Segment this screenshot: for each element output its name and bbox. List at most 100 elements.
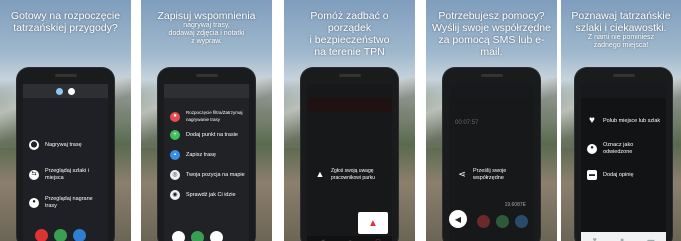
save-button[interactable]	[73, 229, 86, 241]
heart-icon: ♥	[589, 114, 595, 126]
person-icon: ●	[29, 197, 39, 208]
menu-label: Prześlij swoje współrzędne	[473, 168, 507, 181]
bottom-buttons	[35, 229, 86, 241]
add-point-button[interactable]	[191, 231, 204, 241]
promo-panel-4: Potrzebujesz pomocy? Wyślij swoje współr…	[426, 0, 557, 241]
signpost-icon: ⇆	[29, 169, 39, 180]
panel-caption: Potrzebujesz pomocy? Wyślij swoje współr…	[430, 10, 553, 58]
promo-panel-5: Poznawaj tatrzańskie szlaki i ciekawostk…	[561, 0, 681, 241]
caption-line: tatrzańskiej przygody?	[13, 22, 118, 34]
caption-line: Zapisuj wspomnienia	[157, 10, 256, 22]
overlay	[581, 84, 666, 241]
caption-line: szlaki i ciekawostki.	[575, 22, 667, 34]
menu-item-save-route[interactable]: ▪ Zapisz trasę	[170, 150, 245, 160]
phone-speaker	[55, 74, 77, 77]
heart-icon[interactable]: ♥	[593, 237, 597, 241]
caption-line: na terenie TPN	[314, 46, 385, 58]
phone-frame: ♥ Polub miejsce lub szlak ● Oznacz jako …	[575, 68, 672, 241]
tab-bar: ♥ ● ▬	[581, 232, 666, 241]
report-button[interactable]: ▲	[358, 212, 388, 234]
menu-item-browse-trails[interactable]: ⇆ Przeglądaj szlaki i miejsca	[29, 168, 104, 181]
bottom-buttons	[172, 231, 223, 241]
caption-line: żadnego miejsca!	[593, 42, 649, 49]
record-button[interactable]	[172, 231, 185, 241]
phone-screen: ♥ Polub miejsce lub szlak ● Oznacz jako …	[581, 84, 666, 241]
caption-line: nagrywaj trasy,	[183, 22, 230, 29]
warning-icon: ▲	[315, 169, 325, 180]
phone-screen: ⬤ Nagrywaj trasę ⇆ Przeglądaj szlaki i m…	[23, 84, 108, 241]
menu-label: Rozpoczęcie filtra/Zatrzymaj nagrywanie …	[186, 110, 243, 122]
record-button[interactable]	[35, 229, 48, 241]
caption-line: Potrzebujesz pomocy?	[438, 10, 545, 22]
map-pin-icon: ⬤	[29, 140, 39, 150]
mark-visited-item[interactable]: ● Oznacz jako odwiedzone	[587, 142, 662, 155]
caption-line: dodawaj zdjęcia i notatki	[168, 30, 245, 37]
add-point-button[interactable]	[54, 229, 67, 241]
caption-line: za pomocą SMS lub e-mail.	[438, 34, 545, 58]
coordinate-readout: 19.6087E	[504, 202, 526, 208]
caption-line: i bezpieczeństwo	[309, 34, 390, 46]
menu-label: Twoja pozycja na mapie	[186, 171, 245, 178]
panel-caption: Gotowy na rozpoczęcie tatrzańskiej przyg…	[4, 10, 127, 34]
top-bar	[164, 84, 249, 98]
save-button[interactable]	[515, 215, 528, 228]
menu-label: Sprawdź jak Ci idzie	[186, 191, 236, 198]
map-pin-icon: ●	[587, 143, 597, 154]
caption-line: Gotowy na rozpoczęcie	[10, 10, 121, 22]
menu-item-progress[interactable]: ◉ Sprawdź jak Ci idzie	[170, 190, 245, 200]
sos-button[interactable]: ◀	[449, 210, 467, 228]
menu-item-record-route[interactable]: ⬤ Nagrywaj trasę	[29, 140, 104, 150]
record-icon: ●	[170, 111, 180, 122]
menu-item-recorded-routes[interactable]: ● Przeglądaj nagrane trasy	[29, 196, 104, 209]
menu-label: Dodaj punkt na trasie	[186, 131, 238, 138]
add-point-icon: +	[170, 130, 180, 140]
phone-frame: ▲ Zgłoś swoją uwagę pracownikowi parku ▲…	[301, 68, 398, 241]
panel-caption: Zapisuj wspomnienia nagrywaj trasy, doda…	[145, 10, 268, 46]
phone-speaker	[613, 74, 635, 77]
share-icon: ⋖	[458, 169, 466, 180]
map-pin-icon[interactable]: ●	[620, 237, 624, 241]
promo-panel-1: Gotowy na rozpoczęcie tatrzańskiej przyg…	[0, 0, 131, 241]
caption-line: Pomóż zadbać o porządek	[310, 10, 389, 34]
panel-caption: Poznawaj tatrzańskie szlaki i ciekawostk…	[565, 10, 677, 50]
phone-frame: ⬤ Nagrywaj trasę ⇆ Przeglądaj szlaki i m…	[17, 68, 114, 241]
panel-caption: Pomóż zadbać o porządek i bezpieczeństwo…	[288, 10, 411, 58]
screenshot-strip: Gotowy na rozpoczęcie tatrzańskiej przyg…	[0, 0, 681, 241]
stats-icon: ◉	[170, 190, 180, 200]
like-place-item[interactable]: ♥ Polub miejsce lub szlak	[587, 114, 662, 126]
send-coordinates-item[interactable]: ⋖ Prześlij swoje współrzędne	[457, 168, 530, 181]
record-button[interactable]	[477, 215, 490, 228]
map-pin-icon[interactable]	[56, 87, 63, 95]
phone-screen: 00:07:57 ⋖ Prześlij swoje współrzędne 19…	[449, 84, 534, 241]
target-icon: ◎	[170, 170, 180, 180]
promo-panel-3: Pomóż zadbać o porządek i bezpieczeństwo…	[284, 0, 415, 241]
caption-line: z wypraw.	[191, 38, 222, 45]
phone-speaker	[196, 74, 218, 77]
add-point-button[interactable]	[496, 215, 509, 228]
menu-item-record[interactable]: ● Rozpoczęcie filtra/Zatrzymaj nagrywani…	[170, 110, 245, 123]
menu-label: Polub miejsce lub szlak	[603, 117, 661, 124]
menu-label: Oznacz jako odwiedzone	[603, 142, 634, 155]
menu-label: Zapisz trasę	[186, 151, 216, 158]
menu-label: Nagrywaj trasę	[45, 141, 82, 148]
menu-label: Zgłoś swoją uwagę pracownikowi parku	[331, 168, 375, 181]
menu-item-position[interactable]: ◎ Twoja pozycja na mapie	[170, 170, 245, 180]
bottom-buttons	[477, 215, 528, 228]
phone-speaker	[481, 74, 503, 77]
android-navbar: ◁ ○ □	[307, 236, 392, 241]
add-review-item[interactable]: ▬ Dodaj opinię	[587, 170, 662, 180]
caption-line: Z nami nie pominiesz	[587, 34, 655, 41]
save-icon: ▪	[170, 150, 180, 160]
warning-icon: ◀	[454, 214, 462, 224]
save-button[interactable]	[210, 231, 223, 241]
caption-line: Poznawaj tatrzańskie	[571, 10, 671, 22]
person-icon[interactable]	[68, 87, 75, 95]
warning-icon: ▲	[368, 217, 378, 229]
comment-icon[interactable]: ▬	[647, 237, 654, 241]
phone-screen: ● Rozpoczęcie filtra/Zatrzymaj nagrywani…	[164, 84, 249, 241]
phone-frame: ● Rozpoczęcie filtra/Zatrzymaj nagrywani…	[158, 68, 255, 241]
phone-frame: 00:07:57 ⋖ Prześlij swoje współrzędne 19…	[443, 68, 540, 241]
report-issue-item[interactable]: ▲ Zgłoś swoją uwagę pracownikowi parku	[315, 168, 388, 181]
menu-item-add-point[interactable]: + Dodaj punkt na trasie	[170, 130, 245, 140]
menu-label: Przeglądaj nagrane trasy	[45, 196, 93, 209]
